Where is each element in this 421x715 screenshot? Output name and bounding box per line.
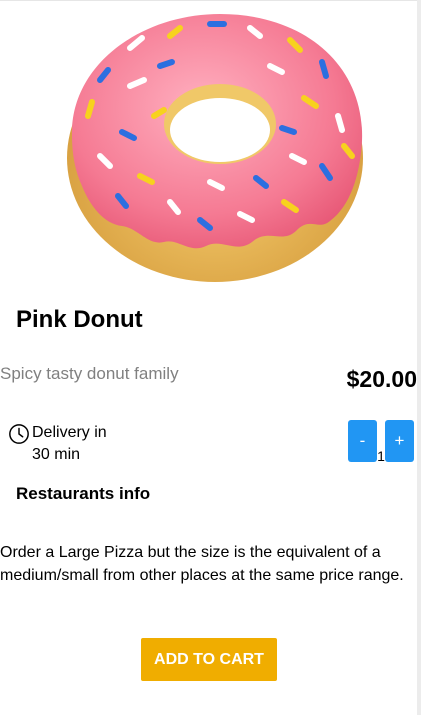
product-price: $20.00 [346,366,417,392]
quantity-value: 1 [377,448,385,464]
quantity-stepper: - 1 + [348,420,414,464]
pink-donut-image [60,6,370,291]
increment-button[interactable]: + [385,420,414,462]
add-to-cart-button[interactable]: ADD TO CART [141,638,277,681]
restaurant-info-heading: Restaurants info [16,484,151,503]
restaurant-description: Order a Large Pizza but the size is the … [0,544,404,584]
decrement-button[interactable]: - [348,420,377,462]
top-divider [0,0,417,1]
delivery-info: Delivery in 30 min [8,422,124,466]
clock-icon [9,424,29,444]
delivery-time: Delivery in 30 min [32,424,107,463]
scrollbar[interactable] [417,0,421,715]
product-detail-page: Pink Donut Spicy tasty donut family $20.… [0,0,421,715]
product-title: Pink Donut [16,306,143,333]
product-tagline: Spicy tasty donut family [0,364,179,383]
